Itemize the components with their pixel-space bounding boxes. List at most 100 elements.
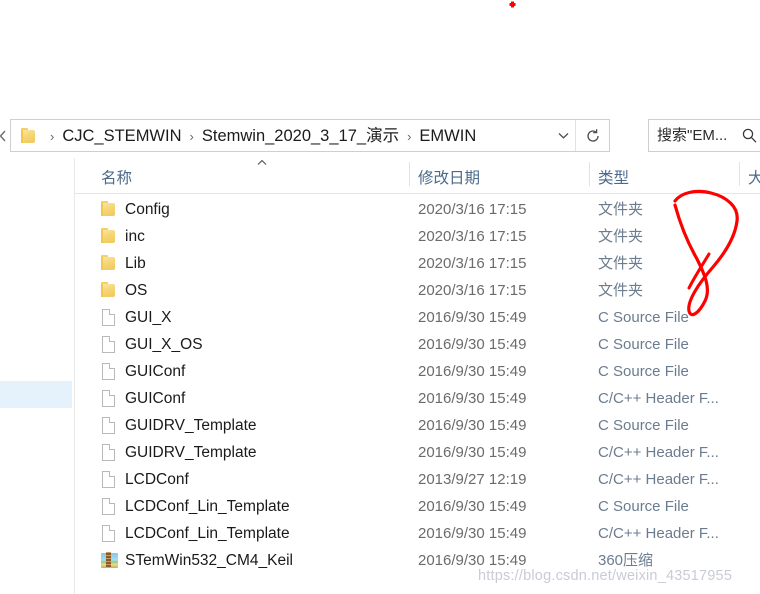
file-type-cell: C Source File xyxy=(598,498,689,515)
folder-icon xyxy=(100,201,118,218)
address-dropdown-button[interactable] xyxy=(550,120,576,151)
back-button[interactable] xyxy=(0,128,10,144)
file-date-cell: 2020/3/16 17:15 xyxy=(418,255,527,272)
folder-icon xyxy=(100,228,118,245)
breadcrumb-separator: › xyxy=(407,129,412,144)
refresh-button[interactable] xyxy=(575,120,609,151)
file-name-cell: LCDConf_Lin_Template xyxy=(125,525,290,542)
file-date-cell: 2016/9/30 15:49 xyxy=(418,417,527,434)
document-icon xyxy=(100,363,118,380)
breadcrumb-separator: › xyxy=(189,129,194,144)
folder-icon xyxy=(100,255,118,272)
column-header-bar: 名称 修改日期 类型 大 xyxy=(75,158,760,194)
breadcrumb-item-2[interactable]: EMWIN xyxy=(418,120,477,153)
file-type-cell: C/C++ Header F... xyxy=(598,444,719,461)
table-row[interactable]: GUIDRV_Template 2016/9/30 15:49 C Source F… xyxy=(75,412,760,439)
file-name-cell: GUIDRV_Template xyxy=(125,444,257,461)
file-type-cell: 文件夹 xyxy=(598,201,644,218)
document-icon xyxy=(100,417,118,434)
file-type-cell: C Source File xyxy=(598,417,689,434)
file-name-cell: inc xyxy=(125,228,145,245)
file-type-cell: C/C++ Header F... xyxy=(598,525,719,542)
file-name-cell: GUIDRV_Template xyxy=(125,417,257,434)
file-name-cell: GUIConf xyxy=(125,390,186,407)
file-date-cell: 2016/9/30 15:49 xyxy=(418,444,527,461)
column-divider[interactable] xyxy=(409,162,410,186)
file-name-cell: STemWin532_CM4_Keil xyxy=(125,552,293,569)
breadcrumb-item-0[interactable]: CJC_STEMWIN xyxy=(61,120,182,153)
table-row[interactable]: GUIConf 2016/9/30 15:49 C Source File xyxy=(75,358,760,385)
table-row[interactable]: GUI_X_OS 2016/9/30 15:49 C Source File xyxy=(75,331,760,358)
document-icon xyxy=(100,498,118,515)
nav-pane-selected-item[interactable] xyxy=(0,381,72,408)
table-row[interactable]: Lib 2020/3/16 17:15 文件夹 xyxy=(75,250,760,277)
file-date-cell: 2016/9/30 15:49 xyxy=(418,498,527,515)
table-row[interactable]: inc 2020/3/16 17:15 文件夹 xyxy=(75,223,760,250)
document-icon xyxy=(100,390,118,407)
file-type-cell: C/C++ Header F... xyxy=(598,390,719,407)
address-bar[interactable]: › CJC_STEMWIN › Stemwin_2020_3_17_演示 › E… xyxy=(10,119,610,152)
refresh-icon xyxy=(586,128,599,142)
file-date-cell: 2016/9/30 15:49 xyxy=(418,525,527,542)
table-row[interactable]: GUIDRV_Template 2016/9/30 15:49 C/C++ Head… xyxy=(75,439,760,466)
file-type-cell: C Source File xyxy=(598,336,689,353)
document-icon xyxy=(100,336,118,353)
column-divider[interactable] xyxy=(739,162,740,186)
table-row[interactable]: LCDConf_Lin_Template 2016/9/30 15:49 C Sou… xyxy=(75,493,760,520)
file-name-cell: GUI_X_OS xyxy=(125,336,203,353)
file-date-cell: 2020/3/16 17:15 xyxy=(418,201,527,218)
file-explorer-window: › CJC_STEMWIN › Stemwin_2020_3_17_演示 › E… xyxy=(0,0,760,594)
search-text: 搜索"EM... xyxy=(657,127,728,144)
file-date-cell: 2016/9/30 15:49 xyxy=(418,363,527,380)
breadcrumb: › CJC_STEMWIN › Stemwin_2020_3_17_演示 › E… xyxy=(43,120,477,153)
address-bar-row: › CJC_STEMWIN › Stemwin_2020_3_17_演示 › E… xyxy=(0,119,760,154)
file-type-cell: 文件夹 xyxy=(598,282,644,299)
table-row[interactable]: GUIConf 2016/9/30 15:49 C/C++ Header F... xyxy=(75,385,760,412)
file-name-cell: Lib xyxy=(125,255,146,272)
file-name-cell: GUI_X xyxy=(125,309,172,326)
document-icon xyxy=(100,309,118,326)
chevron-down-icon xyxy=(558,133,568,139)
file-list: Config 2020/3/16 17:15 文件夹 inc 2020/3/16 17:… xyxy=(75,196,760,594)
red-dot-marker xyxy=(509,1,516,8)
folder-icon xyxy=(20,128,37,143)
navigation-pane xyxy=(0,158,75,594)
watermark: https://blog.csdn.net/weixin_43517955 xyxy=(478,568,733,584)
file-type-cell: C/C++ Header F... xyxy=(598,471,719,488)
document-icon xyxy=(100,444,118,461)
file-name-cell: LCDConf_Lin_Template xyxy=(125,498,290,515)
file-type-cell: 文件夹 xyxy=(598,255,644,272)
file-name-cell: Config xyxy=(125,201,170,218)
file-date-cell: 2016/9/30 15:49 xyxy=(418,390,527,407)
breadcrumb-item-1[interactable]: Stemwin_2020_3_17_演示 xyxy=(201,120,400,153)
breadcrumb-separator: › xyxy=(50,129,55,144)
column-divider[interactable] xyxy=(589,162,590,186)
table-row[interactable]: LCDConf_Lin_Template 2016/9/30 15:49 C/C++… xyxy=(75,520,760,547)
table-row[interactable]: GUI_X 2016/9/30 15:49 C Source File xyxy=(75,304,760,331)
caret-up-icon xyxy=(257,159,267,165)
document-icon xyxy=(100,471,118,488)
table-row[interactable]: LCDConf 2013/9/27 12:19 C/C++ Header F... xyxy=(75,466,760,493)
column-header-type[interactable]: 类型 xyxy=(598,166,629,188)
search-input[interactable]: 搜索"EM... xyxy=(648,119,760,152)
file-name-cell: OS xyxy=(125,282,148,299)
file-type-cell: 文件夹 xyxy=(598,228,644,245)
file-date-cell: 2020/3/16 17:15 xyxy=(418,282,527,299)
file-type-cell: C Source File xyxy=(598,309,689,326)
file-date-cell: 2016/9/30 15:49 xyxy=(418,309,527,326)
sort-ascending-icon xyxy=(255,158,269,172)
table-row[interactable]: Config 2020/3/16 17:15 文件夹 xyxy=(75,196,760,223)
column-header-size[interactable]: 大 xyxy=(748,166,760,188)
column-header-name[interactable]: 名称 xyxy=(101,166,132,188)
search-icon[interactable] xyxy=(741,127,758,144)
file-date-cell: 2016/9/30 15:49 xyxy=(418,336,527,353)
table-row[interactable]: OS 2020/3/16 17:15 文件夹 xyxy=(75,277,760,304)
file-date-cell: 2020/3/16 17:15 xyxy=(418,228,527,245)
magnifier-icon xyxy=(742,128,757,143)
archive-icon xyxy=(100,552,118,569)
document-icon xyxy=(100,525,118,542)
column-header-date-modified[interactable]: 修改日期 xyxy=(418,166,480,188)
file-type-cell: C Source File xyxy=(598,363,689,380)
file-date-cell: 2013/9/27 12:19 xyxy=(418,471,527,488)
folder-icon xyxy=(100,282,118,299)
